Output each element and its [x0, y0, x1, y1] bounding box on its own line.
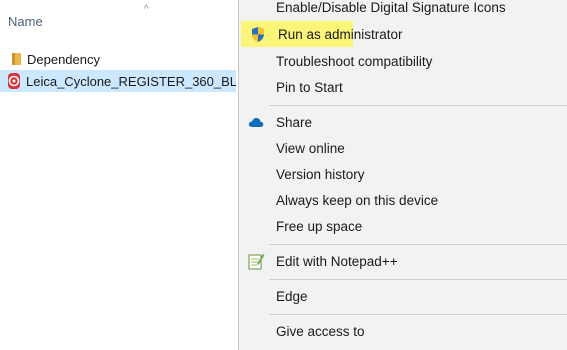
menu-item-troubleshoot-compatibility[interactable]: Troubleshoot compatibility: [239, 48, 567, 74]
menu-separator: [269, 244, 567, 245]
leica-app-icon: [8, 73, 20, 89]
menu-item-label: Edge: [276, 288, 308, 304]
notepad-plus-plus-icon: [247, 252, 265, 270]
menu-item-label: Edit with Notepad++: [276, 253, 398, 269]
shield-icon: [249, 25, 267, 43]
menu-item-label: Share: [276, 114, 313, 130]
menu-separator: [269, 105, 567, 106]
menu-item-give-access-to[interactable]: Give access to: [239, 318, 567, 344]
folder-icon: [12, 53, 21, 65]
menu-item-label: Enable/Disable Digital Signature Icons: [276, 0, 506, 15]
file-list-item[interactable]: Dependency: [0, 48, 236, 70]
menu-item-label: Pin to Start: [276, 79, 343, 95]
name-column-header[interactable]: Name: [8, 14, 43, 29]
menu-item-pin-to-start[interactable]: Pin to Start: [239, 74, 567, 100]
menu-separator: [269, 279, 567, 280]
menu-item-edge[interactable]: Edge: [239, 283, 567, 309]
file-list-item-selected[interactable]: Leica_Cyclone_REGISTER_360_BL: [0, 70, 236, 92]
menu-item-label: Always keep on this device: [276, 192, 439, 208]
menu-item-enable-disable-signature-icons[interactable]: Enable/Disable Digital Signature Icons: [239, 0, 567, 20]
file-explorer-pane: ^ Name Dependency Leica_Cyclone_REGISTER…: [0, 0, 240, 341]
menu-item-always-keep-on-device[interactable]: Always keep on this device: [239, 187, 567, 213]
file-name: Leica_Cyclone_REGISTER_360_BL: [26, 73, 236, 89]
menu-item-free-up-space[interactable]: Free up space: [239, 213, 567, 239]
onedrive-cloud-icon: [247, 113, 265, 131]
menu-item-view-online[interactable]: View online: [239, 135, 567, 161]
menu-item-edit-with-notepad-plus-plus[interactable]: Edit with Notepad++: [239, 248, 567, 274]
menu-separator: [269, 314, 567, 315]
menu-item-run-as-administrator[interactable]: Run as administrator: [241, 21, 403, 47]
sort-ascending-icon[interactable]: ^: [144, 4, 149, 15]
menu-item-label: Troubleshoot compatibility: [276, 53, 433, 69]
file-name: Dependency: [27, 51, 100, 67]
menu-item-share[interactable]: Share: [239, 109, 567, 135]
menu-item-label: Version history: [276, 166, 365, 182]
menu-item-version-history[interactable]: Version history: [239, 161, 567, 187]
menu-item-label: Free up space: [276, 218, 363, 234]
menu-item-label: View online: [276, 140, 345, 156]
menu-item-label: Run as administrator: [278, 26, 403, 42]
menu-item-label: Give access to: [276, 323, 365, 339]
context-menu: Enable/Disable Digital Signature Icons R…: [238, 0, 567, 350]
